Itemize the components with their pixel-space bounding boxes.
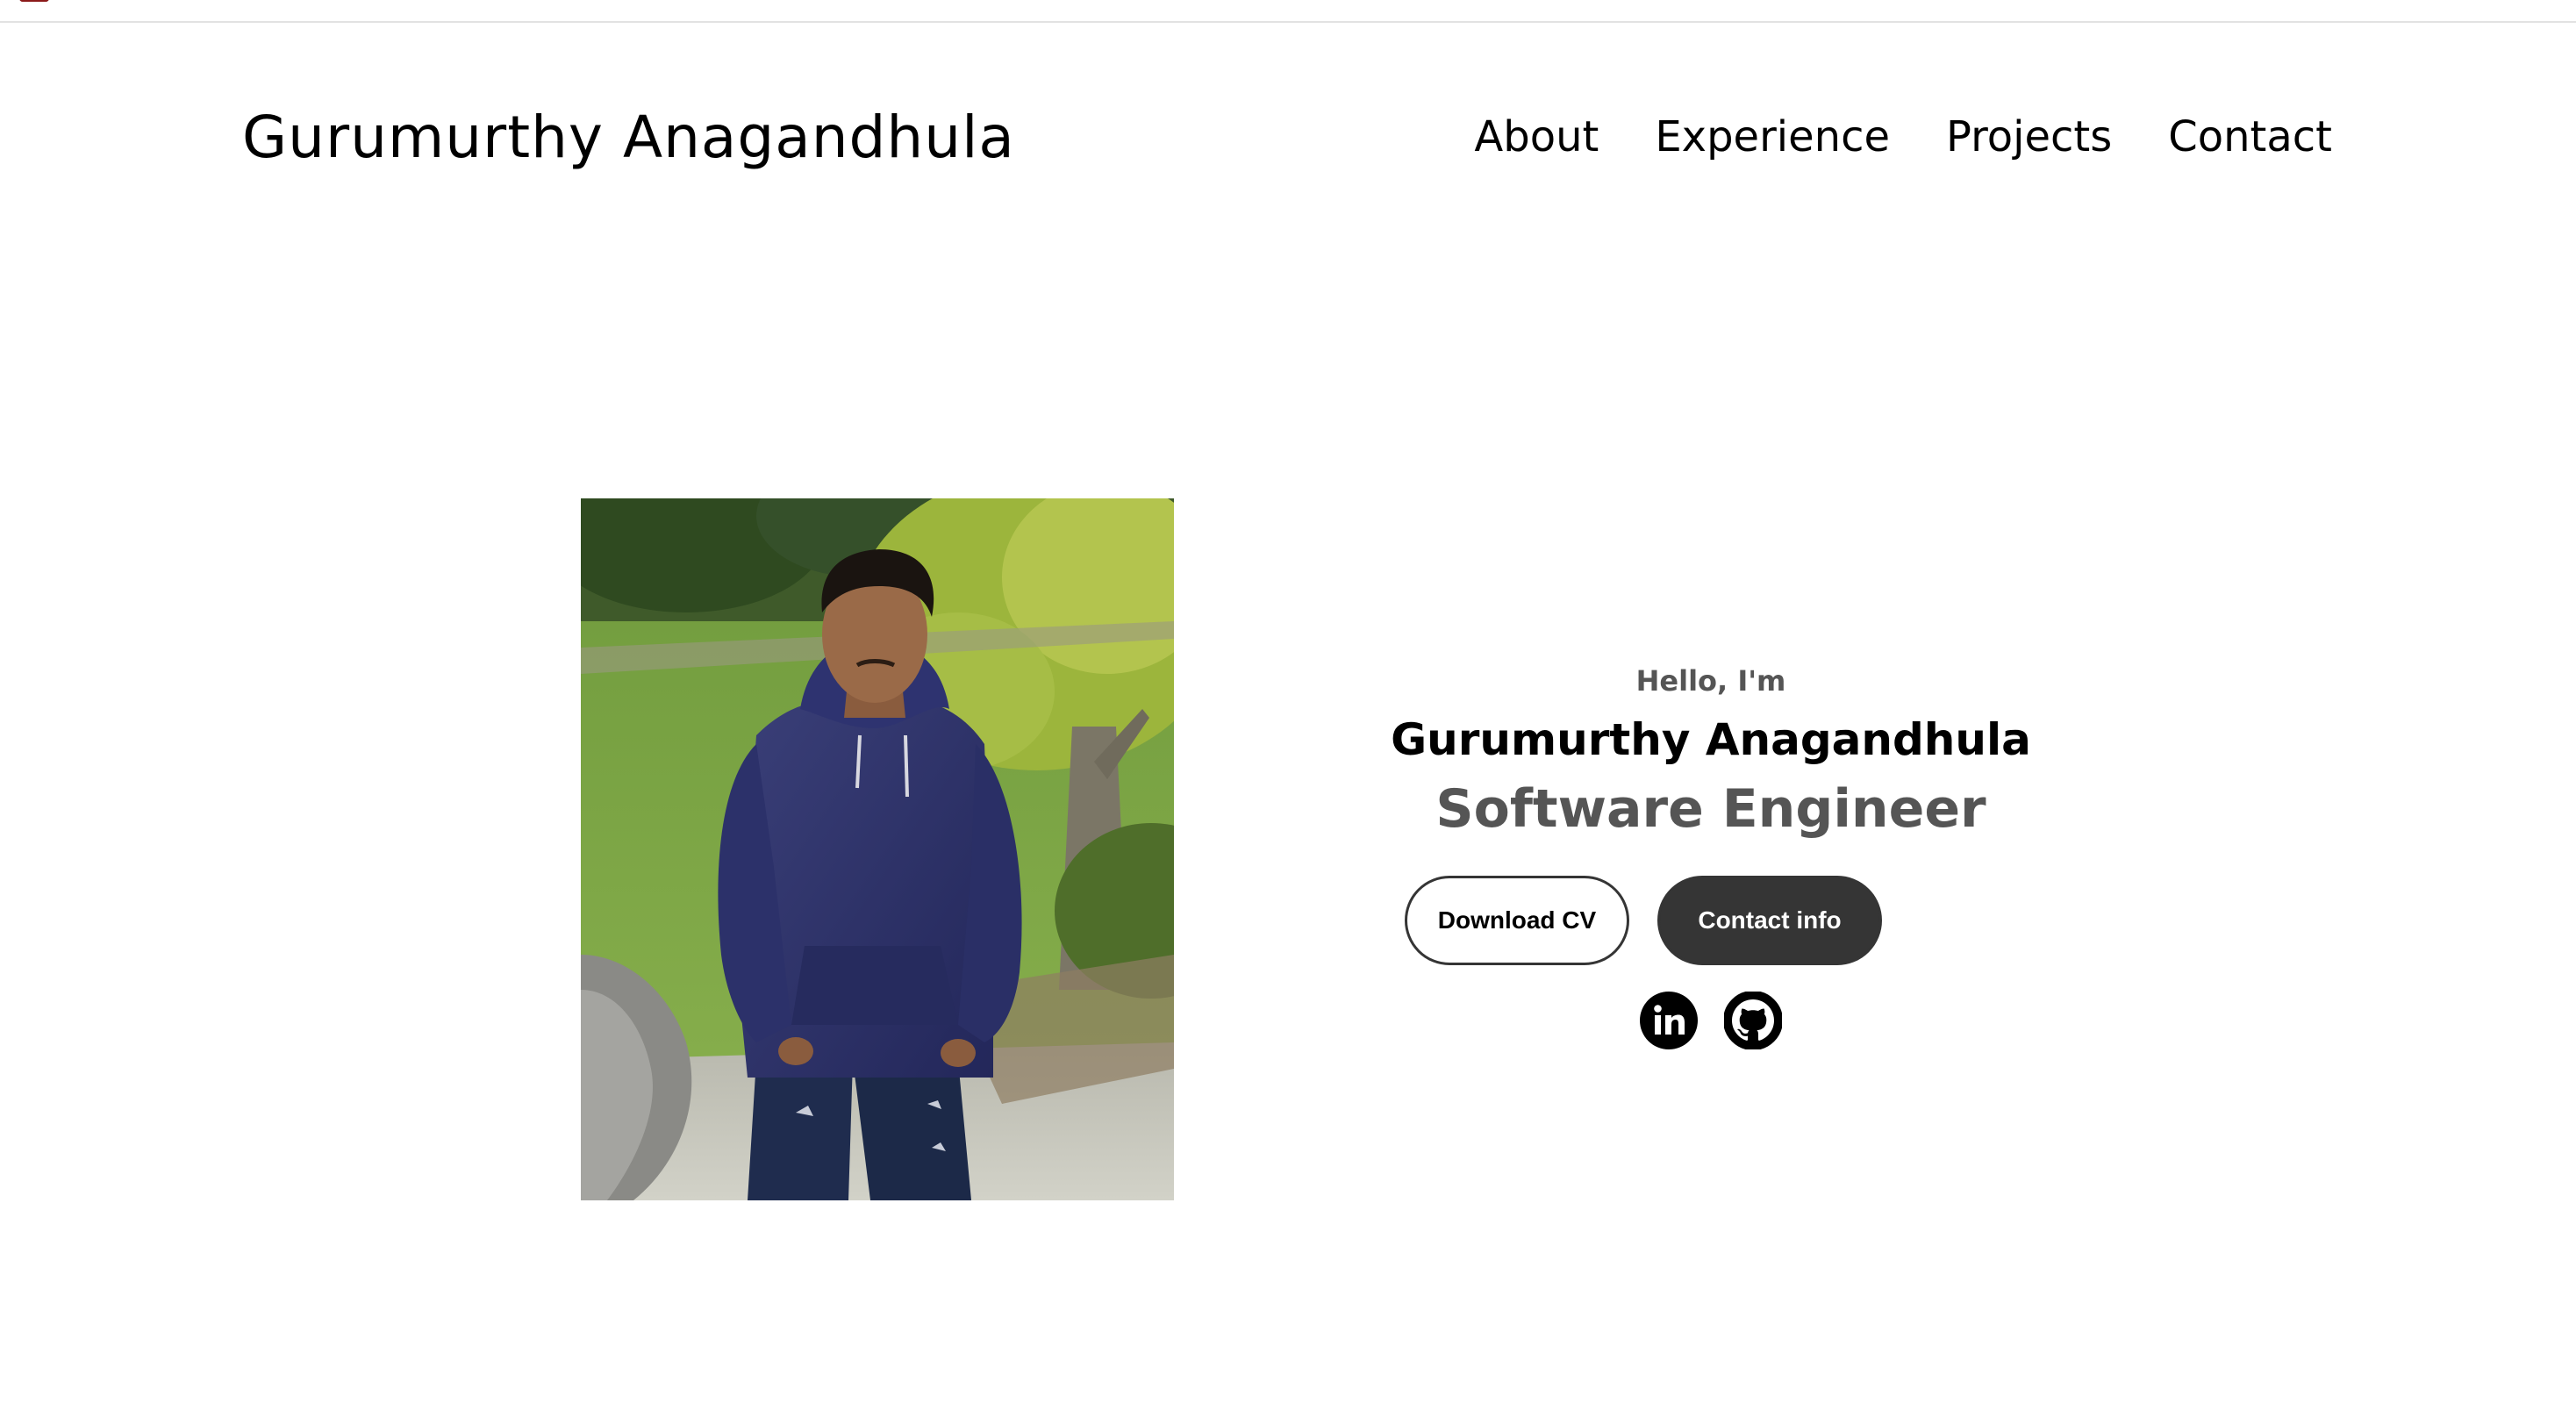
nav-link-contact[interactable]: Contact xyxy=(2168,112,2332,161)
hero-name: Gurumurthy Anagandhula xyxy=(1391,714,2031,765)
bookmark-icon[interactable] xyxy=(19,0,49,2)
download-cv-button[interactable]: Download CV xyxy=(1405,876,1629,965)
main-nav: About Experience Projects Contact xyxy=(1474,112,2332,161)
button-group: Download CV Contact info xyxy=(1369,876,2053,965)
github-icon[interactable] xyxy=(1724,992,1782,1049)
site-header: Gurumurthy Anagandhula About Experience … xyxy=(0,23,2576,260)
social-links xyxy=(1369,992,2053,1049)
greeting-text: Hello, I'm xyxy=(1635,664,1786,698)
linkedin-icon[interactable] xyxy=(1640,992,1698,1049)
contact-info-button[interactable]: Contact info xyxy=(1657,876,1882,965)
profile-text: Hello, I'm Gurumurthy Anagandhula Softwa… xyxy=(1369,649,2053,1049)
job-title: Software Engineer xyxy=(1435,778,1986,840)
profile-photo xyxy=(581,498,1174,1200)
nav-link-about[interactable]: About xyxy=(1474,112,1599,161)
nav-link-projects[interactable]: Projects xyxy=(1946,112,2112,161)
nav-link-experience[interactable]: Experience xyxy=(1655,112,1890,161)
site-logo[interactable]: Gurumurthy Anagandhula xyxy=(242,104,1015,171)
bookmarks-bar xyxy=(0,0,2576,23)
